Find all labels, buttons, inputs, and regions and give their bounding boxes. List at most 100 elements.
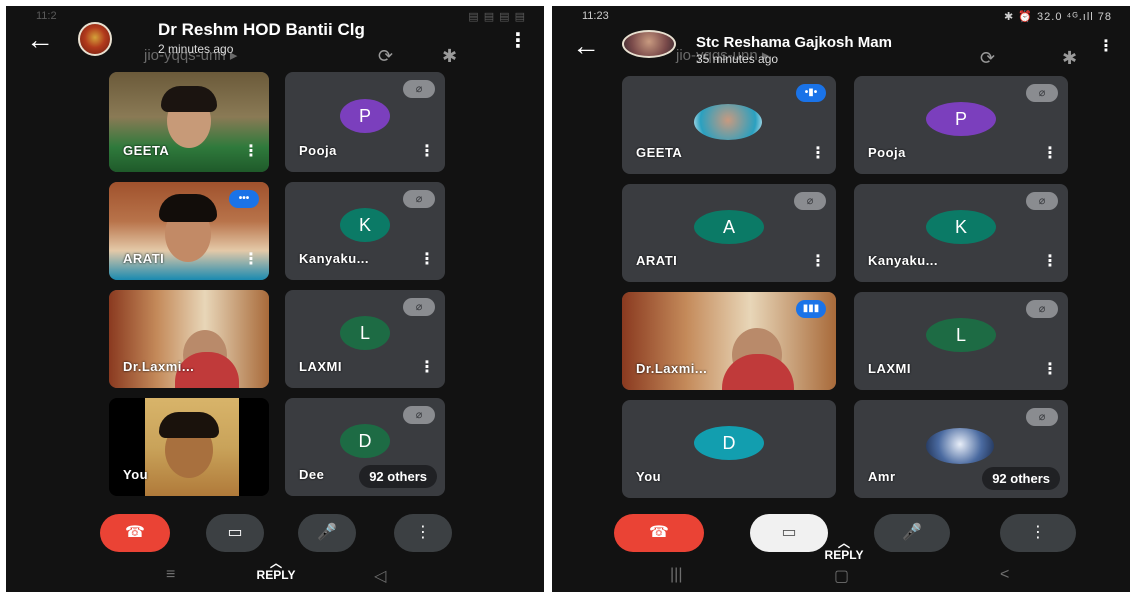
participant-name: Amr bbox=[868, 469, 896, 484]
bluetooth-icon[interactable]: ✱ bbox=[442, 46, 457, 67]
back-arrow-icon[interactable]: ← bbox=[26, 26, 54, 54]
recents-nav-icon[interactable]: ≡ bbox=[166, 566, 175, 584]
tile-menu-icon[interactable]: ⋮ bbox=[419, 144, 435, 160]
more-options-icon[interactable]: ⋮ bbox=[508, 28, 528, 53]
system-nav-bar: ≡ ◁ bbox=[6, 562, 544, 592]
participant-tile[interactable]: •▮• GEETA ⋮ bbox=[622, 76, 836, 174]
mic-muted-icon: ⌀ bbox=[403, 298, 435, 316]
participant-video bbox=[145, 398, 239, 496]
tile-menu-icon[interactable]: ⋮ bbox=[419, 252, 435, 268]
mic-muted-icon: ⌀ bbox=[403, 190, 435, 208]
participant-tile[interactable]: ••• ARATI ⋮ bbox=[109, 182, 269, 280]
reply-button[interactable]: ︿ REPLY bbox=[814, 536, 874, 562]
microphone-button[interactable]: 🎤 bbox=[298, 514, 356, 552]
tile-menu-icon[interactable]: ⋮ bbox=[810, 146, 826, 162]
mic-muted-icon: ⌀ bbox=[1026, 192, 1058, 210]
tile-menu-icon[interactable]: ⋮ bbox=[1042, 362, 1058, 378]
more-icon: ⋮ bbox=[415, 524, 431, 541]
chat-avatar[interactable] bbox=[78, 22, 112, 56]
back-nav-icon[interactable]: ◁ bbox=[374, 566, 386, 586]
others-count-button[interactable]: 92 others bbox=[359, 465, 437, 488]
participant-avatar bbox=[926, 428, 994, 464]
last-seen: 2 minutes ago bbox=[158, 42, 234, 56]
participant-initial: K bbox=[926, 210, 996, 245]
mic-muted-icon: ⌀ bbox=[794, 192, 826, 210]
participant-name: LAXMI bbox=[299, 359, 342, 374]
mic-muted-icon: ⌀ bbox=[1026, 408, 1058, 426]
tile-menu-icon[interactable]: ⋮ bbox=[1042, 254, 1058, 270]
tile-menu-icon[interactable]: ⋮ bbox=[243, 252, 259, 268]
participant-name: ARATI bbox=[123, 251, 165, 266]
participant-tile[interactable]: ⌀ K Kanyaku... ⋮ bbox=[854, 184, 1068, 282]
participant-initial: D bbox=[340, 424, 390, 459]
participant-name: Pooja bbox=[299, 143, 337, 158]
participant-name: Dee bbox=[299, 467, 325, 482]
more-controls-button[interactable]: ⋮ bbox=[1000, 514, 1076, 552]
participant-tile[interactable]: ⌀ A ARATI ⋮ bbox=[622, 184, 836, 282]
participant-tile[interactable]: ⌀ Amr 92 others bbox=[854, 400, 1068, 498]
microphone-icon: 🎤 bbox=[902, 524, 922, 541]
more-controls-button[interactable]: ⋮ bbox=[394, 514, 452, 552]
participant-name: Pooja bbox=[868, 145, 906, 160]
participant-tile[interactable]: D You bbox=[622, 400, 836, 498]
participant-name: GEETA bbox=[123, 143, 170, 158]
participant-tile[interactable]: ⌀ P Pooja ⋮ bbox=[285, 72, 445, 172]
tile-menu-icon[interactable]: ⋮ bbox=[243, 144, 259, 160]
participant-initial: P bbox=[926, 102, 996, 137]
participant-tile[interactable]: You bbox=[109, 398, 269, 496]
participant-initial: A bbox=[694, 210, 764, 245]
microphone-button[interactable]: 🎤 bbox=[874, 514, 950, 552]
recents-nav-icon[interactable]: ||| bbox=[670, 566, 682, 584]
participant-tile[interactable]: ⌀ L LAXMI ⋮ bbox=[854, 292, 1068, 390]
camera-button[interactable]: ▭ bbox=[206, 514, 264, 552]
speaking-indicator-icon: •▮• bbox=[796, 84, 826, 102]
tile-menu-icon[interactable]: ⋮ bbox=[810, 254, 826, 270]
microphone-icon: 🎤 bbox=[317, 524, 337, 541]
end-call-button[interactable]: ☎ bbox=[614, 514, 704, 552]
participant-tile[interactable]: Dr.Laxmi... bbox=[109, 290, 269, 388]
status-time: 11:23 bbox=[582, 10, 609, 22]
home-nav-icon[interactable]: ▢ bbox=[834, 566, 849, 586]
participant-tile[interactable]: ⌀ K Kanyaku... ⋮ bbox=[285, 182, 445, 280]
others-count-button[interactable]: 92 others bbox=[982, 467, 1060, 490]
rotate-camera-icon[interactable]: ⟳ bbox=[980, 48, 995, 69]
participant-name: Kanyaku... bbox=[868, 253, 939, 268]
more-icon: ⋮ bbox=[1030, 524, 1046, 541]
mic-muted-icon: ⌀ bbox=[403, 406, 435, 424]
bluetooth-icon[interactable]: ✱ bbox=[1062, 48, 1077, 69]
tile-menu-icon[interactable]: ⋮ bbox=[419, 360, 435, 376]
mic-muted-icon: ⌀ bbox=[1026, 84, 1058, 102]
participant-name: ARATI bbox=[636, 253, 678, 268]
participant-tile[interactable]: ▮▮▮ Dr.Laxmi... bbox=[622, 292, 836, 390]
camera-off-icon: ▭ bbox=[781, 524, 797, 541]
back-arrow-icon[interactable]: ← bbox=[572, 32, 600, 60]
participant-tile[interactable]: ⌀ L LAXMI ⋮ bbox=[285, 290, 445, 388]
chat-title[interactable]: Stc Reshama Gajkosh Mam bbox=[696, 34, 892, 51]
chat-avatar[interactable] bbox=[622, 30, 676, 58]
chat-title[interactable]: Dr Reshm HOD Bantii Clg bbox=[158, 20, 365, 40]
participant-name: LAXMI bbox=[868, 361, 911, 376]
participant-tile[interactable]: ⌀ P Pooja ⋮ bbox=[854, 76, 1068, 174]
end-call-button[interactable]: ☎ bbox=[100, 514, 170, 552]
rotate-camera-icon[interactable]: ⟳ bbox=[378, 46, 393, 67]
participant-name: You bbox=[123, 467, 149, 482]
end-call-icon: ☎ bbox=[125, 524, 145, 541]
more-options-icon[interactable]: ⋮ bbox=[1098, 36, 1114, 56]
participant-initial: D bbox=[694, 426, 764, 461]
participant-name: You bbox=[636, 469, 662, 484]
chat-header: ← jio-yqqs-unn ▸ Dr Reshm HOD Bantii Clg… bbox=[6, 20, 544, 80]
status-bar: 11:23 ✱ ⏰ 32.0 ⁴ᴳ.ıll 78 bbox=[552, 6, 1130, 28]
speaking-indicator-icon: ▮▮▮ bbox=[796, 300, 826, 318]
participant-name: Kanyaku... bbox=[299, 251, 370, 266]
participant-initial: P bbox=[340, 99, 390, 133]
participant-tile[interactable]: ⌀ D Dee 92 others bbox=[285, 398, 445, 496]
status-icons: ✱ ⏰ 32.0 ⁴ᴳ.ıll 78 bbox=[1004, 11, 1112, 23]
tile-menu-icon[interactable]: ⋮ bbox=[1042, 146, 1058, 162]
chevron-up-icon: ︿ bbox=[837, 536, 850, 550]
mic-muted-icon: ⌀ bbox=[403, 80, 435, 98]
participant-name: Dr.Laxmi... bbox=[636, 361, 708, 376]
participant-avatar bbox=[694, 104, 762, 140]
participant-name: Dr.Laxmi... bbox=[123, 359, 195, 374]
participant-tile[interactable]: GEETA ⋮ bbox=[109, 72, 269, 172]
back-nav-icon[interactable]: < bbox=[1000, 566, 1009, 584]
